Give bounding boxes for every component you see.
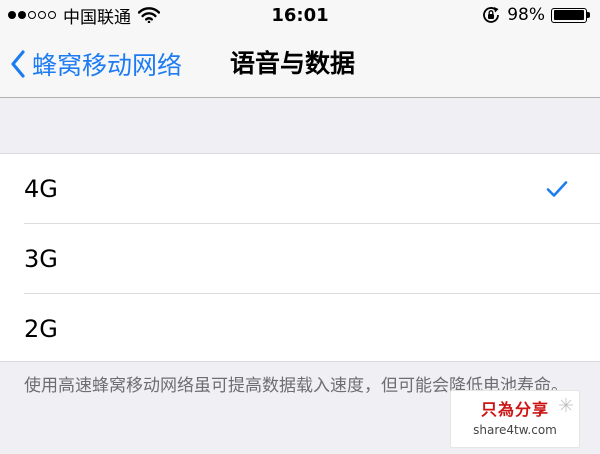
watermark-url: share4tw.com [473, 423, 557, 437]
wifi-icon [138, 7, 160, 23]
option-4g[interactable]: 4G [0, 154, 600, 223]
page-title: 语音与数据 [230, 49, 356, 78]
battery-icon [551, 7, 590, 23]
status-left: 中国联通 [0, 3, 160, 28]
back-button[interactable]: 蜂窝移动网络 [10, 30, 182, 97]
signal-strength-icon [8, 11, 56, 19]
network-option-list: 4G 3G 2G [0, 153, 600, 362]
signal-dot-empty [48, 11, 56, 19]
navigation-bar: 蜂窝移动网络 语音与数据 [0, 30, 600, 98]
option-label: 4G [24, 174, 58, 203]
chevron-left-icon [10, 49, 26, 78]
signal-dot-filled [18, 11, 26, 19]
status-bar: 中国联通 16:01 98% [0, 0, 600, 30]
carrier-name: 中国联通 [63, 7, 131, 28]
checkmark-icon [546, 180, 568, 198]
rotation-lock-icon [481, 5, 501, 25]
signal-dot-empty [28, 11, 36, 19]
sparkle-icon [559, 397, 573, 416]
battery-fill [553, 10, 584, 20]
option-3g[interactable]: 3G [24, 223, 600, 293]
battery-tip [587, 12, 590, 18]
signal-dot-filled [8, 11, 16, 19]
battery-percent: 98% [507, 5, 545, 25]
option-label: 2G [24, 314, 58, 343]
status-right: 98% [481, 5, 600, 25]
watermark-logo: 只為分享 share4tw.com [450, 390, 580, 448]
option-label: 3G [24, 244, 58, 273]
option-2g[interactable]: 2G [24, 293, 600, 363]
signal-dot-empty [38, 11, 46, 19]
battery-body [551, 7, 587, 23]
back-button-label: 蜂窝移动网络 [32, 50, 183, 80]
